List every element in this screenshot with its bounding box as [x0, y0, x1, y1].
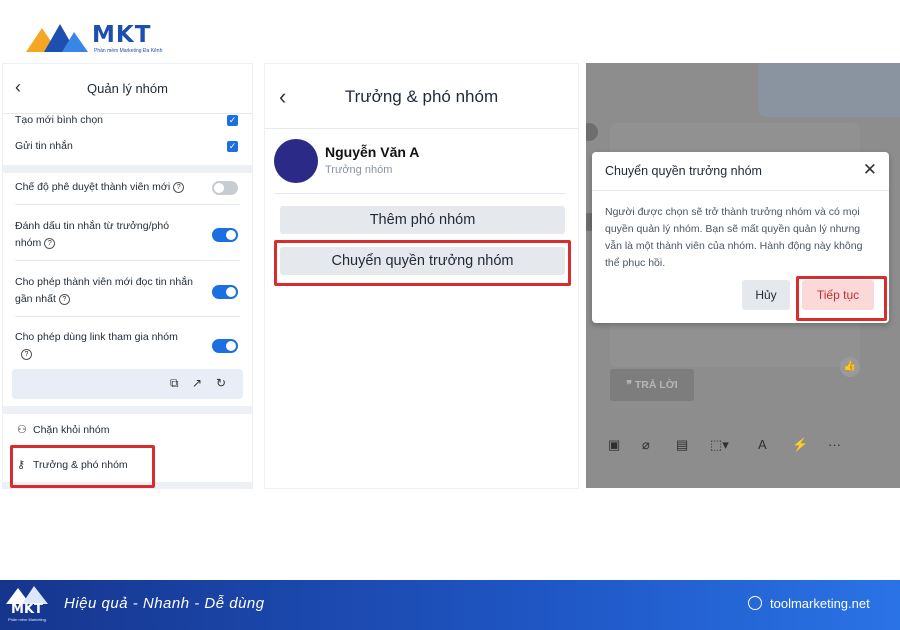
setting-row-create-poll: Tạo mới bình chọn ✓ [15, 112, 240, 129]
highlight-box [274, 240, 571, 286]
join-link-box: ⧉ ↗ ↻ [12, 369, 243, 399]
panel-header: ‹ Quản lý nhóm [3, 64, 252, 114]
group-management-panel: ‹ Quản lý nhóm Tạo mới bình chọn ✓ Gửi t… [3, 64, 252, 488]
setting-label: Tạo mới bình chọn [15, 114, 104, 126]
globe-icon [748, 596, 762, 610]
more-icon[interactable]: ··· [828, 437, 841, 452]
setting-label: Cho phép thành viên mới đọc tin nhắn gần… [15, 276, 193, 305]
checkbox-send-message[interactable]: ✓ [227, 141, 238, 152]
copy-icon[interactable]: ⧉ [170, 376, 179, 391]
user-role: Trưởng nhóm [325, 164, 393, 176]
avatar [586, 123, 598, 141]
setting-label: Chế độ phê duyệt thành viên mới [15, 181, 171, 193]
setting-row-join-link: Cho phép dùng link tham gia nhóm? [15, 329, 201, 363]
highlight-box [10, 445, 155, 488]
quick-message-icon[interactable]: ⚡ [792, 437, 808, 453]
setting-label: Đánh dấu tin nhắn từ trưởng/phó nhóm [15, 220, 170, 249]
highlight-box [796, 276, 887, 321]
divider [274, 193, 566, 194]
close-icon[interactable]: ✕ [863, 160, 877, 180]
page-title: Trưởng & phó nhóm [344, 87, 499, 106]
menu-label: Chặn khỏi nhóm [33, 424, 110, 436]
dialog-body: Người được chọn sẽ trở thành trưởng nhóm… [605, 206, 863, 269]
share-icon[interactable]: ↗ [192, 376, 202, 390]
contact-card-icon[interactable]: ▤ [676, 437, 688, 453]
reply-label: TRẢ LỜI [634, 379, 678, 391]
toggle-join-link[interactable] [212, 339, 238, 353]
setting-label: Cho phép dùng link tham gia nhóm [15, 331, 178, 343]
page-title: Quản lý nhóm [87, 81, 168, 96]
footer-banner: MKT Phần mềm Marketing Hiệu quả - Nhanh … [0, 580, 900, 630]
dialog-title: Chuyển quyền trưởng nhóm [605, 164, 762, 178]
divider [592, 190, 889, 191]
mkt-logo: MKT Phần mềm Marketing Đa Kênh [22, 20, 162, 60]
info-icon[interactable]: ? [44, 237, 56, 249]
message-bubble [758, 63, 900, 117]
checkbox-create-poll[interactable]: ✓ [227, 115, 238, 126]
screenshot-icon[interactable]: ⬚▾ [710, 437, 729, 453]
user-name: Nguyễn Văn A [325, 144, 420, 160]
image-icon[interactable]: ▣ [608, 437, 620, 453]
toggle-mark-messages[interactable] [212, 228, 238, 242]
slogan: Hiệu quả - Nhanh - Dễ dùng [64, 595, 265, 612]
add-deputy-button[interactable]: Thêm phó nhóm [280, 206, 565, 234]
info-icon[interactable]: ? [58, 293, 70, 305]
divider [15, 316, 240, 317]
user-block-icon: ⚇ [17, 424, 27, 436]
logo-subtitle: Phần mềm Marketing Đa Kênh [94, 48, 163, 54]
setting-row-read-recent: Cho phép thành viên mới đọc tin nhắn gần… [15, 274, 201, 308]
setting-row-approval: Chế độ phê duyệt thành viên mới? [15, 179, 240, 196]
panel-header: ‹ Trưởng & phó nhóm [265, 64, 578, 129]
mkt-logo-mark [26, 24, 88, 52]
refresh-icon[interactable]: ↻ [216, 376, 226, 390]
divider [15, 260, 240, 261]
toggle-approval[interactable] [212, 181, 238, 195]
setting-row-send-message: Gửi tin nhắn ✓ [15, 138, 240, 155]
composer-toolbar: ▣ ⌀ ▤ ⬚▾ A ⚡ ··· [586, 437, 900, 457]
info-icon[interactable]: ? [21, 348, 32, 360]
setting-label: Gửi tin nhắn [15, 140, 73, 152]
format-icon[interactable]: A [758, 437, 767, 452]
website-link[interactable]: toolmarketing.net [770, 596, 870, 611]
avatar[interactable] [274, 139, 318, 183]
footer-logo-subtitle: Phần mềm Marketing [7, 617, 46, 622]
section-separator [3, 165, 252, 173]
toggle-read-recent[interactable] [212, 285, 238, 299]
reply-button[interactable]: ❞ TRẢ LỜI [610, 369, 694, 401]
setting-row-mark-messages: Đánh dấu tin nhắn từ trưởng/phó nhóm? [15, 218, 195, 252]
attach-icon[interactable]: ⌀ [642, 437, 650, 453]
logo-text: MKT [92, 22, 152, 48]
section-separator [3, 406, 252, 414]
like-icon[interactable]: 👍 [840, 357, 860, 377]
info-icon[interactable]: ? [173, 181, 185, 193]
footer-logo-text: MKT [11, 602, 43, 617]
cancel-button[interactable]: Hủy [742, 280, 790, 310]
divider [15, 204, 240, 205]
menu-item-block[interactable]: ⚇ Chặn khỏi nhóm [17, 423, 109, 436]
